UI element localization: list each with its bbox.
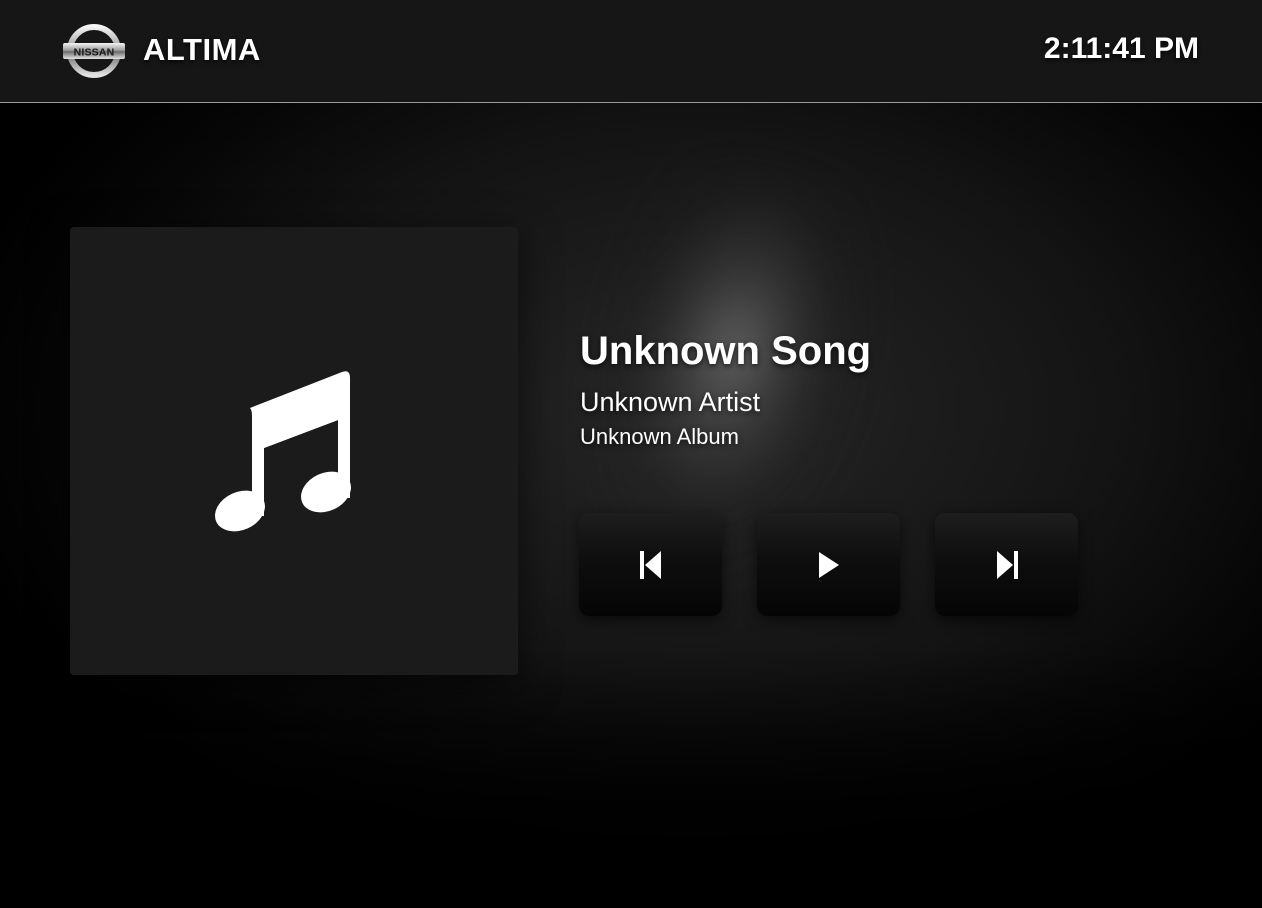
skip-next-icon [995,550,1019,580]
top-bar: NISSAN ALTIMA 2:11:41 PM [0,0,1262,103]
track-info: Unknown Song Unknown Artist Unknown Albu… [580,328,871,450]
play-button[interactable] [757,513,900,616]
clock: 2:11:41 PM [1043,32,1199,65]
previous-track-button[interactable] [579,513,722,616]
nissan-logo-icon: NISSAN [62,24,126,78]
play-icon [817,551,841,579]
album-name: Unknown Album [580,424,739,449]
car-media-screen: NISSAN ALTIMA 2:11:41 PM Unknown Song Un… [0,0,1262,908]
music-note-icon [212,368,352,533]
background-fade [0,648,1262,908]
svg-text:NISSAN: NISSAN [74,47,115,59]
vehicle-model-title: ALTIMA [143,32,261,67]
artist-name: Unknown Artist [580,387,761,417]
next-track-button[interactable] [935,513,1078,616]
skip-previous-icon [639,550,663,580]
song-title: Unknown Song [580,329,872,373]
